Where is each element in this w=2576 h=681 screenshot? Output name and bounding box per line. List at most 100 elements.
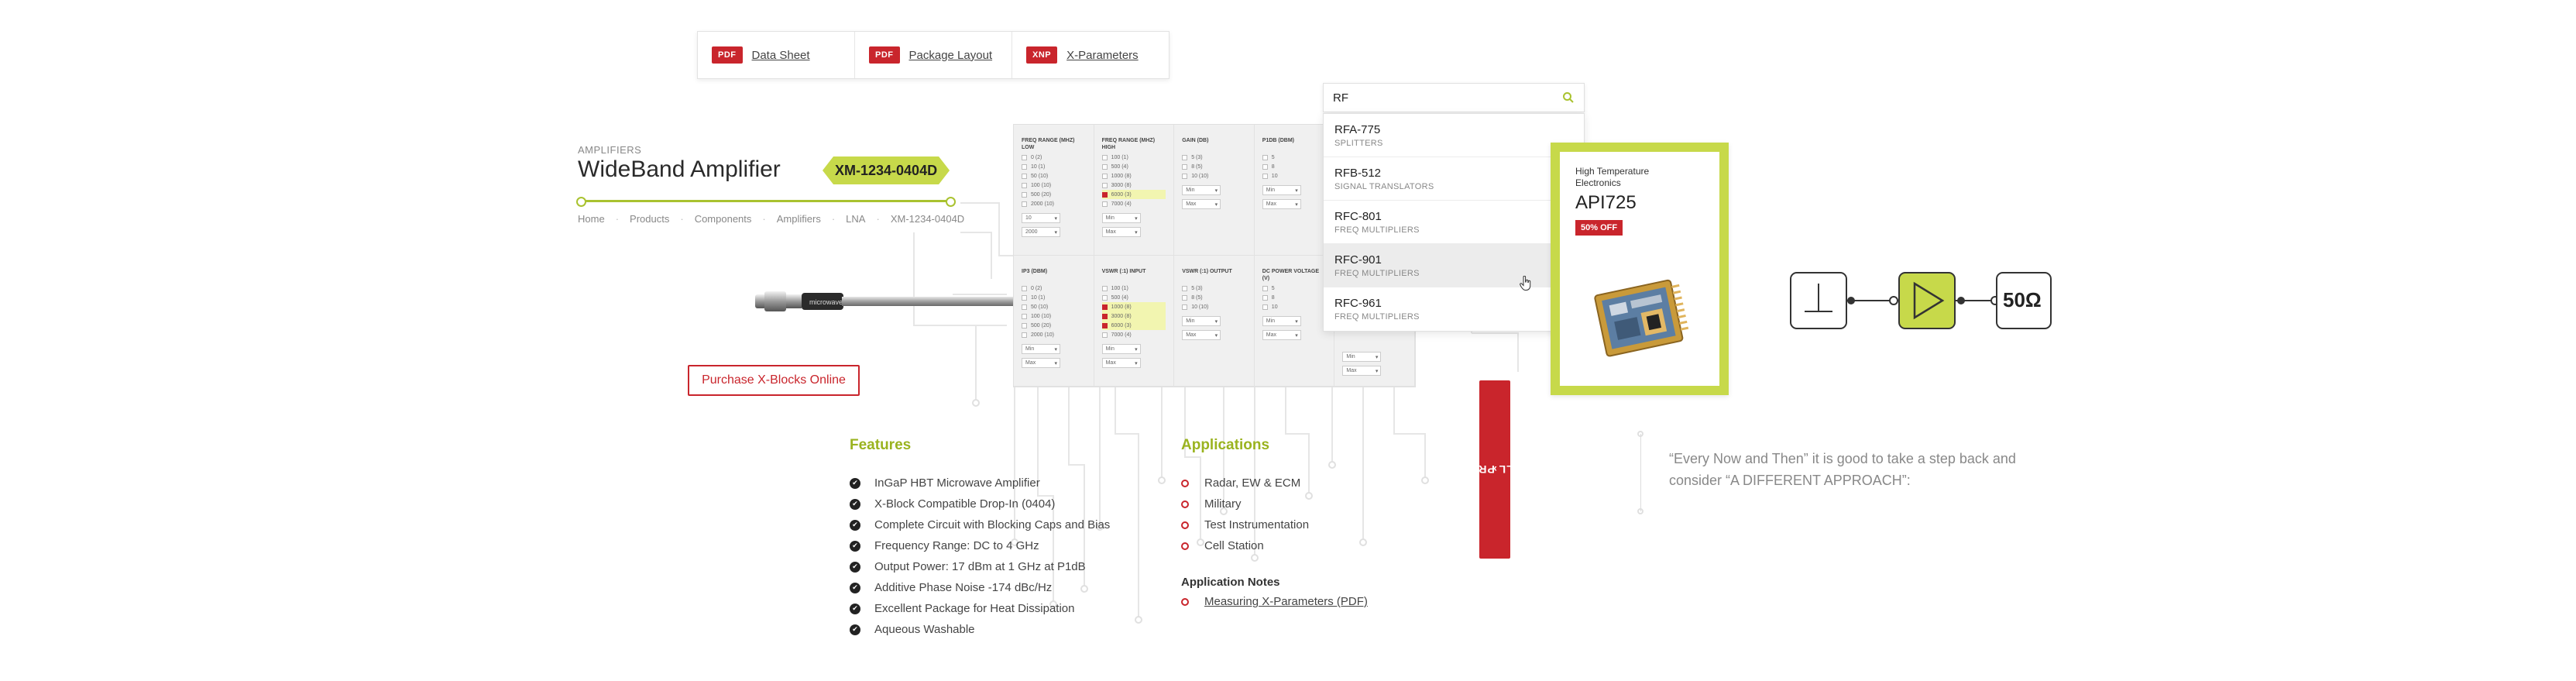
search-result-item[interactable]: RFA-775 SPLITTERS bbox=[1324, 114, 1584, 157]
checkbox[interactable] bbox=[1101, 163, 1108, 170]
min-select[interactable]: Min ▾ bbox=[1101, 344, 1141, 354]
breadcrumb-components[interactable]: Components bbox=[695, 213, 752, 225]
filter-option[interactable]: 2000 (10) bbox=[1022, 199, 1086, 208]
checkbox[interactable] bbox=[1262, 154, 1268, 160]
purchase-button[interactable]: Purchase X-Blocks Online bbox=[688, 365, 860, 396]
checkbox[interactable] bbox=[1022, 182, 1027, 188]
checkbox[interactable] bbox=[1022, 191, 1027, 198]
max-select[interactable]: Max ▾ bbox=[1101, 358, 1141, 368]
checkbox[interactable] bbox=[1262, 173, 1268, 179]
doc-link-label[interactable]: Data Sheet bbox=[752, 49, 810, 62]
filter-option[interactable]: 500 (4) bbox=[1101, 162, 1166, 171]
filter-option-selected[interactable]: 6000 (3) bbox=[1101, 321, 1166, 330]
filter-option[interactable]: 100 (10) bbox=[1022, 181, 1086, 190]
checkbox-checked[interactable] bbox=[1101, 313, 1108, 319]
show-all-products-button[interactable]: SHOW ALL PRODUCTS › bbox=[1427, 380, 1562, 559]
filter-option[interactable]: 10 (1) bbox=[1022, 293, 1086, 302]
search-input[interactable]: RF bbox=[1323, 83, 1585, 112]
filter-option[interactable]: 10 (10) bbox=[1182, 171, 1246, 181]
filter-option[interactable]: 100 (10) bbox=[1022, 311, 1086, 321]
min-select[interactable]: 10 ▾ bbox=[1022, 213, 1060, 223]
checkbox[interactable] bbox=[1262, 163, 1268, 170]
checkbox[interactable] bbox=[1182, 304, 1188, 310]
max-select[interactable]: 2000 ▾ bbox=[1022, 227, 1060, 237]
checkbox[interactable] bbox=[1022, 313, 1027, 319]
doc-package-layout[interactable]: PDF Package Layout bbox=[855, 32, 1012, 78]
application-note-link[interactable]: Measuring X-Parameters (PDF) bbox=[1204, 595, 1368, 608]
filter-option[interactable]: 10 bbox=[1262, 302, 1327, 311]
checkbox[interactable] bbox=[1101, 294, 1108, 301]
max-select[interactable]: Max ▾ bbox=[1182, 199, 1221, 209]
checkbox[interactable] bbox=[1262, 294, 1268, 301]
min-select[interactable]: Min ▾ bbox=[1262, 185, 1301, 195]
filter-option[interactable]: 10 (1) bbox=[1022, 162, 1086, 171]
min-select[interactable]: Min ▾ bbox=[1182, 316, 1221, 326]
min-select[interactable]: Min ▾ bbox=[1101, 213, 1141, 223]
checkbox-checked[interactable] bbox=[1101, 322, 1108, 328]
filter-option[interactable]: 500 (20) bbox=[1022, 190, 1086, 199]
checkbox[interactable] bbox=[1262, 304, 1268, 310]
breadcrumb-home[interactable]: Home bbox=[578, 213, 605, 225]
filter-option[interactable]: 2000 (10) bbox=[1022, 330, 1086, 339]
checkbox[interactable] bbox=[1101, 173, 1108, 179]
filter-option[interactable]: 500 (20) bbox=[1022, 321, 1086, 330]
min-select[interactable]: Min ▾ bbox=[1022, 344, 1060, 354]
checkbox[interactable] bbox=[1262, 285, 1268, 291]
filter-option[interactable]: 500 (4) bbox=[1101, 293, 1166, 302]
filter-option-selected[interactable]: 1000 (8) bbox=[1101, 302, 1166, 311]
checkbox[interactable] bbox=[1182, 154, 1188, 160]
min-select[interactable]: Min ▾ bbox=[1262, 316, 1301, 326]
max-select[interactable]: Max ▾ bbox=[1182, 330, 1221, 340]
checkbox[interactable] bbox=[1182, 173, 1188, 179]
checkbox[interactable] bbox=[1101, 154, 1108, 160]
checkbox[interactable] bbox=[1182, 163, 1188, 170]
promo-card[interactable]: High Temperature Electronics API725 50% … bbox=[1551, 143, 1729, 395]
checkbox[interactable] bbox=[1022, 201, 1027, 207]
filter-option[interactable]: 8 bbox=[1262, 162, 1327, 171]
checkbox[interactable] bbox=[1022, 173, 1027, 179]
filter-option[interactable]: 3000 (8) bbox=[1101, 181, 1166, 190]
filter-option[interactable]: 50 (10) bbox=[1022, 171, 1086, 181]
filter-option-selected[interactable]: 6000 (3) bbox=[1101, 190, 1166, 199]
checkbox[interactable] bbox=[1182, 285, 1188, 291]
breadcrumb-products[interactable]: Products bbox=[630, 213, 669, 225]
doc-data-sheet[interactable]: PDF Data Sheet bbox=[698, 32, 855, 78]
max-select[interactable]: Max ▾ bbox=[1101, 227, 1141, 237]
checkbox[interactable] bbox=[1022, 304, 1027, 310]
filter-option[interactable]: 100 (1) bbox=[1101, 153, 1166, 162]
filter-option[interactable]: 0 (2) bbox=[1022, 284, 1086, 293]
doc-link-label[interactable]: Package Layout bbox=[909, 49, 993, 62]
search-result-item[interactable]: RFC-961 FREQ MULTIPLIERS bbox=[1324, 287, 1584, 331]
filter-option[interactable]: 10 (10) bbox=[1182, 302, 1246, 311]
search-icon[interactable] bbox=[1562, 91, 1575, 104]
checkbox[interactable] bbox=[1022, 294, 1027, 301]
min-select[interactable]: Min ▾ bbox=[1342, 352, 1382, 362]
search-result-item-hovered[interactable]: RFC-901 FREQ MULTIPLIERS bbox=[1324, 244, 1584, 287]
filter-option[interactable]: 1000 (8) bbox=[1101, 171, 1166, 181]
checkbox-checked[interactable] bbox=[1101, 304, 1108, 310]
filter-option[interactable]: 10 bbox=[1262, 171, 1327, 181]
checkbox[interactable] bbox=[1101, 285, 1108, 291]
search-result-item[interactable]: RFB-512 SIGNAL TRANSLATORS bbox=[1324, 157, 1584, 201]
checkbox[interactable] bbox=[1022, 163, 1027, 170]
max-select[interactable]: Max ▾ bbox=[1262, 199, 1301, 209]
doc-x-parameters[interactable]: XNP X-Parameters bbox=[1012, 32, 1169, 78]
checkbox[interactable] bbox=[1022, 332, 1027, 338]
min-select[interactable]: Min ▾ bbox=[1182, 185, 1221, 195]
filter-option[interactable]: 5 (3) bbox=[1182, 153, 1246, 162]
breadcrumb-amplifiers[interactable]: Amplifiers bbox=[777, 213, 821, 225]
filter-option[interactable]: 5 (3) bbox=[1182, 284, 1246, 293]
filter-option[interactable]: 100 (1) bbox=[1101, 284, 1166, 293]
max-select[interactable]: Max ▾ bbox=[1262, 330, 1301, 340]
filter-option[interactable]: 50 (10) bbox=[1022, 302, 1086, 311]
doc-link-label[interactable]: X-Parameters bbox=[1066, 49, 1139, 62]
filter-option[interactable]: 5 bbox=[1262, 153, 1327, 162]
filter-option[interactable]: 8 (5) bbox=[1182, 293, 1246, 302]
checkbox[interactable] bbox=[1101, 182, 1108, 188]
max-select[interactable]: Max ▾ bbox=[1342, 366, 1382, 376]
filter-option[interactable]: 5 bbox=[1262, 284, 1327, 293]
checkbox[interactable] bbox=[1022, 154, 1027, 160]
checkbox[interactable] bbox=[1022, 322, 1027, 328]
filter-option-selected[interactable]: 3000 (8) bbox=[1101, 311, 1166, 321]
breadcrumb-lna[interactable]: LNA bbox=[846, 213, 865, 225]
